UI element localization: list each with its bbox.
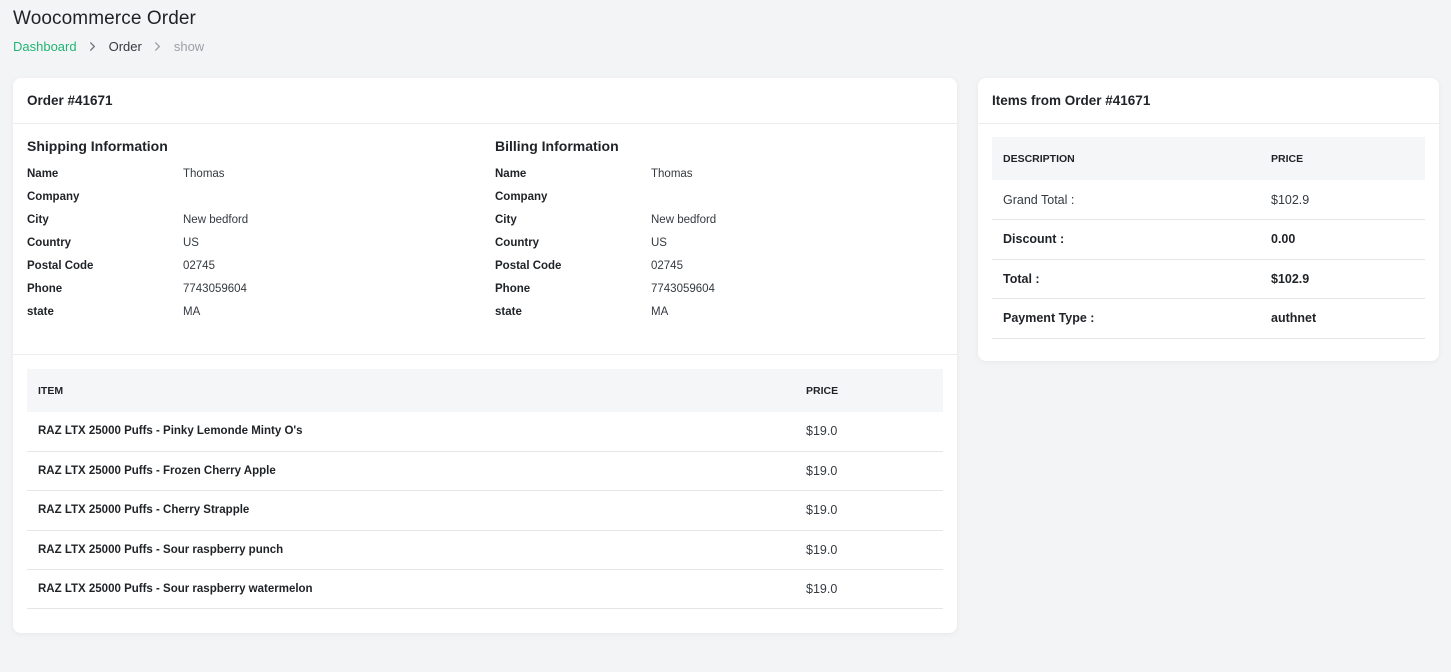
field-value: New bedford	[651, 213, 717, 226]
column-header-description: DESCRIPTION	[992, 137, 1260, 180]
item-name: RAZ LTX 25000 Puffs - Cherry Strapple	[27, 490, 795, 531]
table-row: RAZ LTX 25000 Puffs - Sour raspberry pun…	[27, 530, 943, 571]
item-price: $19.0	[795, 530, 943, 571]
field-label: City	[495, 213, 517, 226]
summary-row-total: Total : $102.9	[992, 259, 1425, 299]
summary-row-discount: Discount : 0.00	[992, 219, 1425, 260]
table-header-row: DESCRIPTION PRICE	[992, 137, 1425, 180]
shipping-field: Postal Code 02745	[27, 254, 248, 277]
table-header-row: ITEM PRICE	[27, 369, 943, 412]
field-value: 02745	[651, 259, 683, 272]
table-row: RAZ LTX 25000 Puffs - Cherry Strapple $1…	[27, 490, 943, 531]
summary-label: Discount :	[992, 219, 1260, 260]
order-card: Order #41671 Shipping Information Name Th…	[13, 78, 957, 633]
field-label: Country	[27, 236, 72, 249]
shipping-field: Phone 7743059604	[27, 277, 248, 300]
column-header-price: PRICE	[1260, 137, 1425, 180]
billing-field: Name Thomas	[495, 162, 716, 185]
billing-field: City New bedford	[495, 208, 716, 231]
shipping-field: City New bedford	[27, 208, 248, 231]
shipping-field: Company	[27, 185, 248, 208]
field-value: Thomas	[183, 167, 225, 180]
summary-label: Payment Type :	[992, 298, 1260, 339]
summary-row-payment-type: Payment Type : authnet	[992, 298, 1425, 339]
billing-field: state MA	[495, 300, 716, 323]
table-row: RAZ LTX 25000 Puffs - Frozen Cherry Appl…	[27, 451, 943, 492]
shipping-field: state MA	[27, 300, 248, 323]
page: Woocommerce Order Dashboard Order show O…	[0, 0, 1451, 672]
field-value: 7743059604	[183, 282, 247, 295]
item-name: RAZ LTX 25000 Puffs - Pinky Lemonde Mint…	[27, 412, 795, 452]
item-price: $19.0	[795, 412, 943, 452]
shipping-field: Country US	[27, 231, 248, 254]
billing-field: Country US	[495, 231, 716, 254]
breadcrumb-order[interactable]: Order	[109, 39, 142, 54]
breadcrumb-current: show	[173, 39, 205, 54]
item-price: $19.0	[795, 490, 943, 531]
summary-value: $102.9	[1260, 180, 1425, 220]
shipping-field: Name Thomas	[27, 162, 248, 185]
field-label: Phone	[495, 282, 531, 295]
table-row: RAZ LTX 25000 Puffs - Sour raspberry wat…	[27, 569, 943, 610]
field-label: Postal Code	[495, 259, 562, 272]
billing-information: Billing Information Name Thomas Company C…	[495, 138, 716, 323]
field-label: Name	[495, 167, 527, 180]
table-row: RAZ LTX 25000 Puffs - Pinky Lemonde Mint…	[27, 412, 943, 452]
field-value: US	[183, 236, 199, 249]
field-value: 02745	[183, 259, 215, 272]
field-label: Phone	[27, 282, 63, 295]
breadcrumb-dashboard-link[interactable]: Dashboard	[13, 39, 77, 54]
item-name: RAZ LTX 25000 Puffs - Sour raspberry pun…	[27, 530, 795, 571]
field-label: Company	[495, 190, 548, 203]
order-items-table: ITEM PRICE RAZ LTX 25000 Puffs - Pinky L…	[27, 369, 943, 610]
field-label: Country	[495, 236, 540, 249]
field-label: state	[27, 305, 54, 318]
order-card-title: Order #41671	[13, 78, 957, 124]
field-value: New bedford	[183, 213, 249, 226]
field-label: state	[495, 305, 522, 318]
billing-field: Company	[495, 185, 716, 208]
summary-card-title: Items from Order #41671	[978, 78, 1439, 124]
order-summary-card: Items from Order #41671 DESCRIPTION PRIC…	[978, 78, 1439, 361]
field-label: City	[27, 213, 49, 226]
field-value: MA	[183, 305, 201, 318]
item-name: RAZ LTX 25000 Puffs - Frozen Cherry Appl…	[27, 451, 795, 492]
page-title: Woocommerce Order	[13, 8, 196, 29]
summary-row-grand-total: Grand Total : $102.9	[992, 180, 1425, 220]
summary-label: Total :	[992, 259, 1260, 299]
billing-title: Billing Information	[495, 138, 619, 154]
shipping-title: Shipping Information	[27, 138, 168, 154]
column-header-price: PRICE	[795, 369, 943, 412]
summary-label: Grand Total :	[992, 180, 1260, 220]
item-price: $19.0	[795, 451, 943, 492]
billing-field: Postal Code 02745	[495, 254, 716, 277]
column-header-item: ITEM	[27, 369, 795, 412]
field-value: 7743059604	[651, 282, 715, 295]
item-name: RAZ LTX 25000 Puffs - Sour raspberry wat…	[27, 569, 795, 610]
field-value: MA	[651, 305, 669, 318]
field-value: Thomas	[651, 167, 693, 180]
summary-value: authnet	[1260, 298, 1425, 339]
summary-value: 0.00	[1260, 219, 1425, 260]
summary-table: DESCRIPTION PRICE Grand Total : $102.9 D…	[992, 137, 1425, 339]
field-value: US	[651, 236, 667, 249]
field-label: Postal Code	[27, 259, 94, 272]
summary-value: $102.9	[1260, 259, 1425, 299]
field-label: Company	[27, 190, 80, 203]
chevron-right-icon	[87, 41, 98, 52]
item-price: $19.0	[795, 569, 943, 610]
chevron-right-icon	[152, 41, 163, 52]
shipping-information: Shipping Information Name Thomas Company …	[27, 138, 248, 323]
billing-field: Phone 7743059604	[495, 277, 716, 300]
field-label: Name	[27, 167, 59, 180]
address-section: Shipping Information Name Thomas Company …	[13, 124, 957, 355]
breadcrumb: Dashboard Order show	[13, 39, 204, 54]
